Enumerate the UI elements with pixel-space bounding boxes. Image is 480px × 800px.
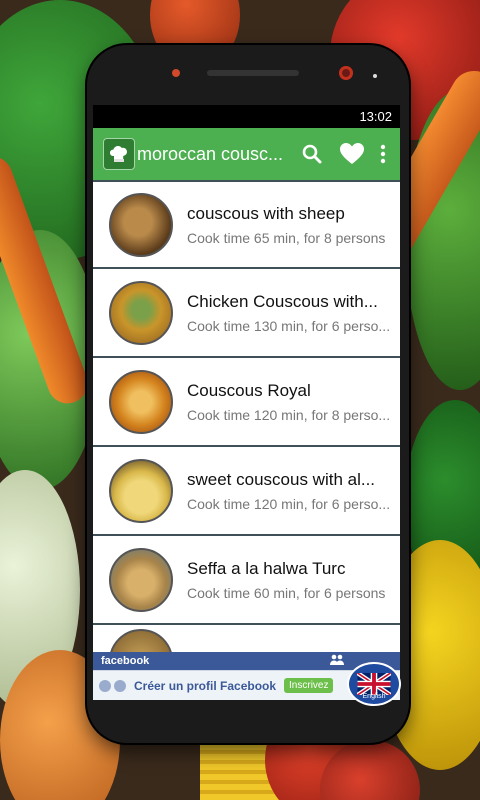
ad-profile-icons	[99, 679, 126, 692]
recipe-thumbnail	[109, 629, 173, 652]
phone-frame: 13:02 moroccan cousc... couscous with sh…	[87, 45, 409, 743]
sensor-dot	[373, 74, 377, 78]
people-icon	[330, 654, 344, 668]
recipe-title: Couscous Royal	[187, 380, 311, 400]
phone-top-sensors	[87, 63, 409, 83]
list-item[interactable]: Seffa a la halwa Turc Cook time 60 min, …	[93, 536, 400, 625]
recipe-title: sweet couscous with al...	[187, 469, 376, 489]
recipe-list[interactable]: couscous with sheep Cook time 65 min, fo…	[93, 180, 400, 652]
recipe-thumbnail	[109, 192, 173, 257]
recipe-subtitle: Cook time 60 min, for 6 persons	[187, 584, 386, 601]
recipe-title: Seffa a la halwa Turc	[187, 558, 346, 578]
list-item[interactable]: Couscous Royal Cook time 120 min, for 8 …	[93, 358, 400, 447]
ad-brand: facebook	[101, 655, 150, 667]
recipe-thumbnail	[109, 369, 173, 434]
earpiece-speaker	[207, 70, 299, 76]
language-flag-badge[interactable]: English	[347, 662, 401, 706]
front-camera	[339, 66, 353, 80]
list-item[interactable]: couscous with sheep Cook time 65 min, fo…	[93, 180, 400, 269]
status-bar: 13:02	[93, 105, 400, 128]
search-icon[interactable]	[292, 134, 332, 174]
list-item[interactable]	[93, 625, 400, 652]
recipe-thumbnail	[109, 280, 173, 345]
recipe-subtitle: Cook time 130 min, for 6 perso...	[187, 317, 391, 334]
ad-text: Créer un profil Facebook	[134, 678, 277, 693]
recipe-thumbnail	[109, 547, 173, 612]
recipe-title: Chicken Couscous with...	[187, 291, 378, 311]
recipe-subtitle: Cook time 65 min, for 8 persons	[187, 229, 386, 246]
app-toolbar: moroccan cousc...	[93, 128, 400, 180]
status-time: 13:02	[359, 109, 392, 124]
chef-hat-icon	[103, 138, 135, 170]
recipe-subtitle: Cook time 120 min, for 6 perso...	[187, 495, 391, 512]
uk-flag-icon	[357, 673, 391, 695]
language-label: English	[362, 693, 386, 700]
app-screen: 13:02 moroccan cousc... couscous with sh…	[93, 105, 400, 700]
ad-header: facebook	[93, 652, 400, 670]
more-vert-icon[interactable]	[372, 134, 394, 174]
heart-icon[interactable]	[332, 134, 372, 174]
app-title: moroccan cousc...	[137, 143, 284, 164]
recipe-title: couscous with sheep	[187, 203, 345, 223]
list-item[interactable]: sweet couscous with al... Cook time 120 …	[93, 447, 400, 536]
list-item[interactable]: Chicken Couscous with... Cook time 130 m…	[93, 269, 400, 358]
ad-signup-button[interactable]: Inscrivez	[284, 678, 334, 693]
recipe-thumbnail	[109, 458, 173, 523]
recipe-subtitle: Cook time 120 min, for 8 perso...	[187, 406, 391, 423]
sensor-light	[172, 69, 180, 77]
